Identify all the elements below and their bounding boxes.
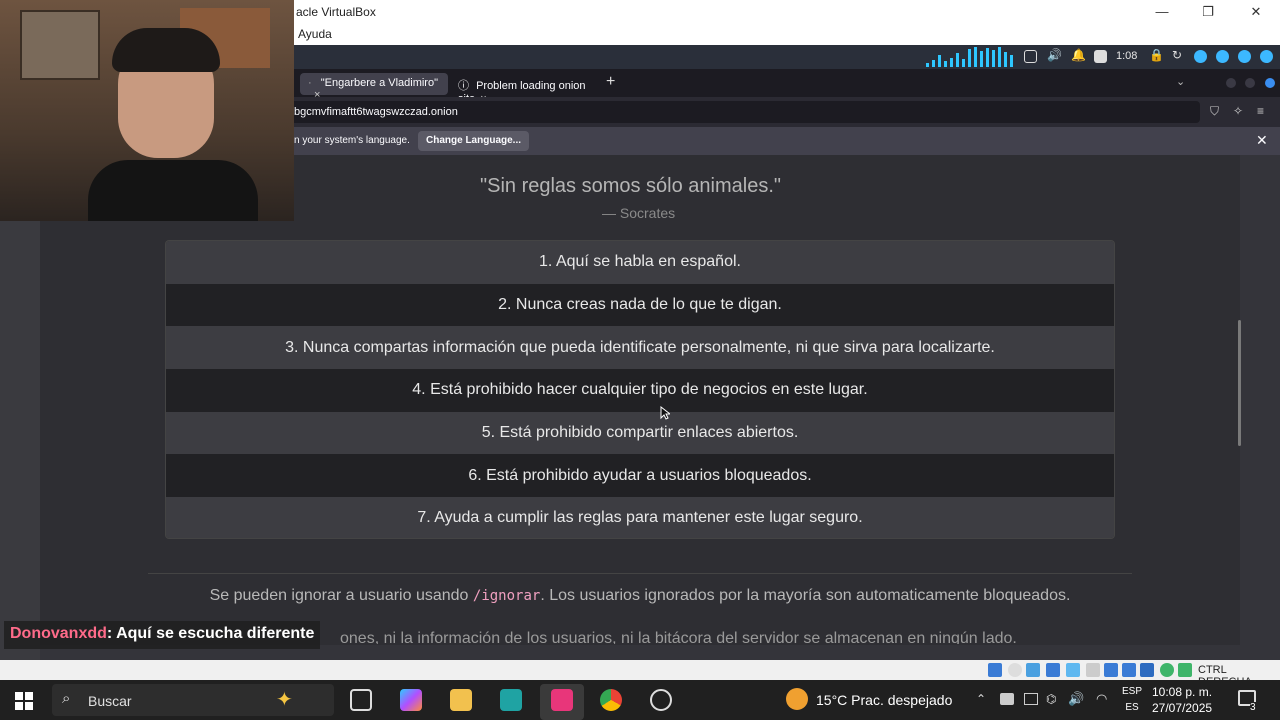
usb-icon[interactable] bbox=[1066, 663, 1080, 677]
clock-time: 10:08 p. m. bbox=[1152, 685, 1213, 699]
tab-label: "Engarbere a Vladimiro" bbox=[320, 77, 438, 89]
globe-icon[interactable] bbox=[1238, 50, 1251, 63]
tray-camera-icon[interactable] bbox=[1024, 693, 1038, 705]
globe-icon[interactable] bbox=[1216, 50, 1229, 63]
quote-author: — Socrates bbox=[602, 205, 676, 221]
audio-icon[interactable] bbox=[1026, 663, 1040, 677]
tab-favicon-icon: · bbox=[308, 77, 312, 89]
close-icon[interactable]: ✕ bbox=[1242, 2, 1270, 22]
maximize-dot[interactable] bbox=[1245, 78, 1255, 88]
guest-clock: 1:08 bbox=[1116, 50, 1138, 62]
hair bbox=[112, 28, 220, 72]
rule-item: 4. Está prohibido hacer cualquier tipo d… bbox=[166, 369, 1114, 412]
scrollbar[interactable] bbox=[1238, 320, 1241, 446]
chevron-down-icon[interactable]: ⌄ bbox=[1176, 75, 1185, 88]
weather-text[interactable]: 15°C Prac. despejado bbox=[816, 692, 952, 708]
divider bbox=[148, 573, 1132, 574]
refresh-icon[interactable]: ↻ bbox=[1172, 48, 1182, 62]
bell-icon[interactable]: 🔔 bbox=[1071, 48, 1086, 62]
lang-top: ESP bbox=[1122, 686, 1143, 697]
search-placeholder: Buscar bbox=[88, 693, 132, 709]
language-indicator[interactable]: ESP ES bbox=[1122, 684, 1142, 716]
virtualbox-statusbar: CTRL DERECHA bbox=[0, 660, 1280, 688]
taskbar-search[interactable]: ⌕ Buscar ✦ bbox=[52, 684, 334, 716]
window-title: acle VirtualBox bbox=[296, 5, 376, 19]
tray-icon[interactable]: ⌬ bbox=[1046, 692, 1056, 706]
info-prefix: Se pueden ignorar a usuario usando bbox=[209, 587, 473, 604]
audio-visualizer bbox=[924, 45, 1020, 69]
shirt bbox=[88, 160, 258, 221]
bookshelf bbox=[20, 10, 100, 80]
rule-item: 5. Está prohibido compartir enlaces abie… bbox=[166, 411, 1114, 455]
webcam-overlay bbox=[0, 0, 294, 221]
new-tab-button[interactable]: + bbox=[606, 73, 615, 91]
task-view-icon[interactable] bbox=[350, 689, 372, 711]
search-icon: ⌕ bbox=[62, 690, 71, 707]
ignore-command: /ignorar bbox=[472, 588, 541, 604]
display-icon[interactable] bbox=[1104, 663, 1118, 677]
minimize-dot[interactable] bbox=[1226, 78, 1236, 88]
sparkle-icon: ✦ bbox=[276, 689, 293, 711]
quote: "Sin reglas somos sólo animales." bbox=[480, 175, 781, 197]
tab-engarbere[interactable]: · "Engarbere a Vladimiro" × bbox=[300, 73, 448, 101]
clock-date: 27/07/2025 bbox=[1152, 701, 1213, 715]
obs-icon[interactable] bbox=[551, 689, 573, 711]
lang-bottom: ES bbox=[1125, 702, 1139, 713]
wifi-icon[interactable]: ◠ bbox=[1096, 691, 1107, 707]
restore-icon[interactable]: ❐ bbox=[1194, 2, 1222, 22]
system-clock[interactable]: 10:08 p. m. 27/07/2025 bbox=[1152, 684, 1212, 716]
tray-app-icon[interactable] bbox=[1000, 693, 1014, 705]
change-language-button[interactable]: Change Language... bbox=[418, 131, 530, 151]
chevron-up-icon[interactable]: ⌃ bbox=[976, 692, 986, 706]
close-dot[interactable] bbox=[1265, 78, 1275, 88]
app-icon[interactable] bbox=[650, 689, 672, 711]
close-icon[interactable]: ✕ bbox=[1256, 132, 1268, 149]
page-margin bbox=[0, 155, 40, 660]
cpu-icon[interactable] bbox=[1140, 663, 1154, 677]
url-field[interactable]: bgcmvfimaftt6twagswzczad.onion bbox=[290, 101, 1200, 123]
privacy-info: ones, ni la información de los usuarios,… bbox=[340, 630, 1017, 644]
guest-additions-icon[interactable] bbox=[1160, 663, 1174, 677]
menu-icon[interactable]: ≡ bbox=[1257, 104, 1264, 118]
optical-icon[interactable] bbox=[1008, 663, 1022, 677]
volume-icon[interactable]: 🔊 bbox=[1047, 48, 1062, 62]
info-suffix: . Los usuarios ignorados por la mayoría … bbox=[540, 587, 1071, 604]
cursor-icon bbox=[660, 406, 670, 420]
extensions-icon[interactable]: ✧ bbox=[1233, 104, 1243, 118]
globe-icon[interactable] bbox=[1260, 50, 1273, 63]
lock-icon[interactable]: 🔒 bbox=[1149, 48, 1164, 62]
app-icon[interactable] bbox=[500, 689, 522, 711]
weather-icon[interactable] bbox=[786, 688, 808, 710]
rules-list: 1. Aquí se habla en español. 2. Nunca cr… bbox=[165, 240, 1115, 539]
file-explorer-icon[interactable] bbox=[450, 689, 472, 711]
rule-item: 1. Aquí se habla en español. bbox=[166, 241, 1114, 284]
windows-start-icon[interactable] bbox=[15, 692, 33, 710]
rule-item: 3. Nunca compartas información que pueda… bbox=[166, 326, 1114, 370]
recording-icon[interactable] bbox=[1122, 663, 1136, 677]
mouse-integration-icon[interactable] bbox=[1178, 663, 1192, 677]
notification-count: 3 bbox=[1250, 702, 1256, 713]
chrome-icon[interactable] bbox=[600, 689, 622, 711]
minimize-icon[interactable]: — bbox=[1148, 2, 1176, 22]
tab-problem-loading[interactable]: ⓘ Problem loading onion site × bbox=[450, 73, 600, 105]
copilot-icon[interactable] bbox=[400, 689, 422, 711]
shared-folder-icon[interactable] bbox=[1086, 663, 1100, 677]
rule-item: 6. Está prohibido ayudar a usuarios bloq… bbox=[166, 454, 1114, 498]
chat-text: : Aquí se escucha diferente bbox=[106, 625, 315, 642]
shield-icon[interactable]: ⛉ bbox=[1210, 104, 1219, 119]
volume-icon[interactable]: 🔊 bbox=[1068, 691, 1084, 707]
network-icon[interactable] bbox=[1046, 663, 1060, 677]
chat-username: Donovanxdd bbox=[10, 625, 107, 642]
ignore-info: Se pueden ignorar a usuario usando /igno… bbox=[148, 587, 1132, 605]
notification-message: n your system's language. bbox=[294, 135, 410, 146]
stream-chat-message: Donovanxdd: Aquí se escucha diferente bbox=[4, 621, 321, 649]
globe-icon[interactable] bbox=[1194, 50, 1207, 63]
hdd-icon[interactable] bbox=[988, 663, 1002, 677]
menu-ayuda[interactable]: Ayuda bbox=[298, 27, 332, 41]
info-icon: ⓘ bbox=[458, 80, 469, 92]
screen-icon[interactable] bbox=[1024, 50, 1037, 63]
rule-item: 7. Ayuda a cumplir las reglas para mante… bbox=[166, 497, 1114, 538]
battery-icon bbox=[1094, 50, 1107, 63]
rule-item: 2. Nunca creas nada de lo que te digan. bbox=[166, 283, 1114, 327]
